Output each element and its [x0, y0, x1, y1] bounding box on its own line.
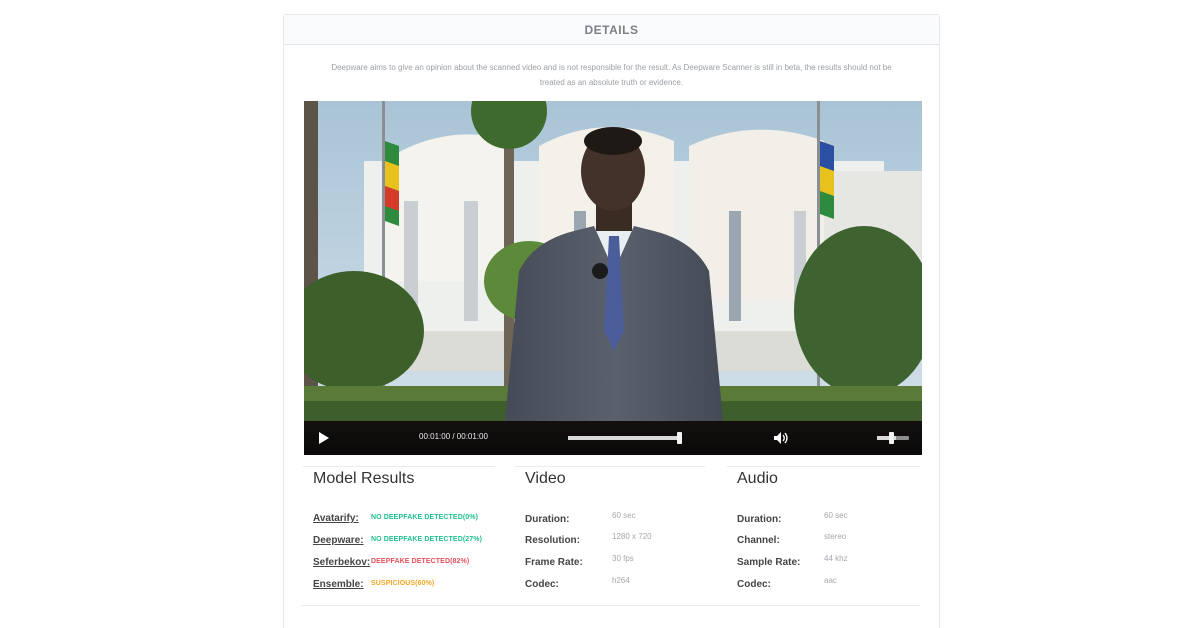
video-frame: [304, 101, 922, 455]
disclaimer-line-2: treated as an absolute truth or evidence…: [539, 78, 684, 87]
info-label: Codec:: [737, 579, 771, 590]
model-link[interactable]: Deepware:: [313, 535, 364, 546]
info-label: Duration:: [525, 514, 570, 525]
info-value: 30 fps: [612, 554, 634, 563]
video-player[interactable]: 00:01:00 / 00:01:00: [304, 101, 922, 455]
section-divider: [303, 466, 495, 467]
info-label: Duration:: [737, 514, 782, 525]
video-controls: 00:01:00 / 00:01:00: [304, 421, 922, 455]
model-link[interactable]: Avatarify:: [313, 513, 359, 524]
seek-progress: [568, 436, 680, 440]
section-title: Model Results: [313, 470, 415, 487]
model-result-badge: SUSPICIOUS(60%): [371, 580, 435, 587]
info-label: Sample Rate:: [737, 557, 801, 568]
seek-handle[interactable]: [677, 432, 682, 444]
model-link[interactable]: Ensemble:: [313, 579, 364, 590]
volume-slider[interactable]: [877, 432, 909, 444]
info-value: 44 khz: [824, 554, 848, 563]
model-result-badge: NO DEEPFAKE DETECTED(27%): [371, 536, 483, 543]
info-value: 1280 x 720: [612, 532, 652, 541]
info-label: Codec:: [525, 579, 559, 590]
disclaimer-text: Deepware aims to give an opinion about t…: [302, 60, 921, 90]
info-value: 60 sec: [824, 511, 848, 520]
info-value: aac: [824, 576, 837, 585]
section-title: Video: [525, 470, 566, 487]
model-link[interactable]: Seferbekov:: [313, 557, 370, 568]
info-label: Channel:: [737, 535, 780, 546]
volume-icon[interactable]: [773, 431, 789, 445]
section-divider: [727, 466, 920, 467]
info-label: Resolution:: [525, 535, 580, 546]
section-title: Audio: [737, 470, 778, 487]
model-result-badge: NO DEEPFAKE DETECTED(0%): [371, 514, 479, 521]
info-value: 60 sec: [612, 511, 636, 520]
info-value: stereo: [824, 532, 847, 541]
play-icon[interactable]: [318, 431, 330, 445]
time-display: 00:01:00 / 00:01:00: [419, 432, 488, 441]
seek-bar[interactable]: [568, 432, 682, 444]
card-header: DETAILS: [284, 15, 939, 45]
disclaimer-line-1: Deepware aims to give an opinion about t…: [331, 63, 892, 72]
section-divider: [515, 466, 705, 467]
info-value: h264: [612, 576, 630, 585]
info-label: Frame Rate:: [525, 557, 583, 568]
volume-handle[interactable]: [889, 432, 894, 444]
bottom-divider: [301, 605, 920, 606]
model-result-badge: DEEPFAKE DETECTED(82%): [371, 558, 470, 565]
